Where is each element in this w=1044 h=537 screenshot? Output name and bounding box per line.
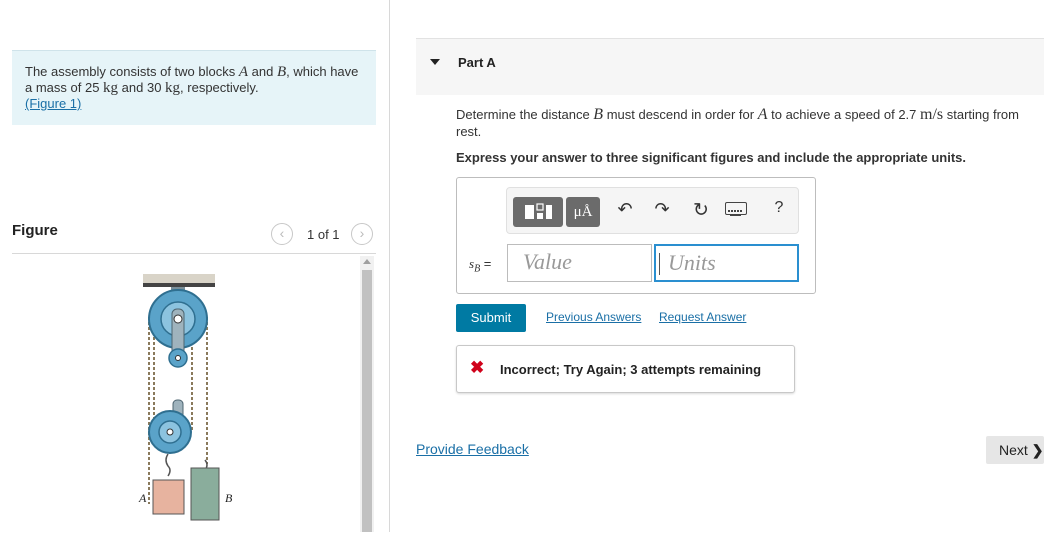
question-segment: Determine the distance	[456, 107, 594, 122]
next-label: Next	[999, 442, 1028, 458]
label-b: B	[225, 491, 233, 505]
unit-mps: m/s	[920, 106, 944, 123]
scrollbar-thumb[interactable]	[362, 270, 372, 532]
provide-feedback-link[interactable]: Provide Feedback	[416, 441, 529, 457]
symbol-b: B	[276, 64, 287, 80]
collapse-caret-icon[interactable]	[430, 59, 440, 65]
question-text: Determine the distance B must descend in…	[456, 106, 1041, 140]
block-a	[152, 479, 185, 515]
units-placeholder: Units	[668, 250, 716, 275]
units-button[interactable]: μÅ	[566, 197, 600, 227]
value-input[interactable]: Value	[507, 244, 652, 282]
help-icon[interactable]: ?	[767, 199, 791, 217]
lower-pulley-axle	[166, 428, 174, 436]
equals-sign: =	[480, 256, 492, 271]
question-segment: must descend in order for	[603, 107, 758, 122]
ceiling	[143, 274, 215, 283]
reset-icon[interactable]: ↻	[689, 199, 713, 222]
submit-button[interactable]: Submit	[456, 304, 526, 332]
symbol-a: A	[757, 106, 768, 123]
pulley-diagram: A B	[138, 274, 233, 521]
upper-pulley-axle	[173, 314, 183, 324]
problem-text: and	[248, 64, 277, 79]
next-button[interactable]: Next ❯	[986, 436, 1044, 464]
templates-button[interactable]	[513, 197, 563, 227]
problem-text: The assembly consists of two blocks	[25, 64, 239, 79]
request-answer-link[interactable]: Request Answer	[659, 310, 746, 324]
small-pulley-axle	[175, 355, 181, 361]
symbol-b: B	[593, 106, 604, 123]
text-cursor	[659, 253, 660, 275]
math-toolbar: μÅ ↶ ↷ ↻ ?	[506, 187, 799, 234]
figure-next-button[interactable]: ›	[351, 223, 373, 245]
figure-counter: 1 of 1	[307, 227, 340, 242]
templates-icon	[525, 203, 552, 219]
redo-icon[interactable]: ↷	[650, 199, 674, 220]
part-title: Part A	[458, 55, 496, 70]
column-divider	[389, 0, 390, 532]
figure-link[interactable]: (Figure 1)	[25, 96, 81, 111]
figure-image: A B	[12, 254, 358, 532]
ceiling-bracket	[143, 283, 215, 287]
answer-box: μÅ ↶ ↷ ↻ ? sB = Value Units	[456, 177, 816, 294]
feedback-message: Incorrect; Try Again; 3 attempts remaini…	[500, 362, 762, 377]
feedback-message-box: ✖ Incorrect; Try Again; 3 attempts remai…	[456, 345, 795, 393]
previous-answers-link[interactable]: Previous Answers	[546, 310, 641, 324]
problem-text: , respectively.	[180, 80, 259, 95]
part-a-header[interactable]: Part A	[416, 38, 1044, 95]
problem-statement: The assembly consists of two blocks A an…	[12, 50, 376, 125]
hook-a	[165, 453, 171, 477]
keyboard-keys-icon	[728, 210, 742, 216]
question-segment: to achieve a speed of 2.7	[767, 107, 920, 122]
scroll-up-arrow-icon[interactable]	[363, 259, 371, 264]
problem-text: and 30	[118, 80, 166, 95]
undo-icon[interactable]: ↶	[613, 199, 637, 220]
left-panel: The assembly consists of two blocks A an…	[0, 0, 389, 532]
chevron-right-icon: ❯	[1031, 442, 1044, 458]
unit-kg: kg	[165, 80, 181, 96]
answer-instruction: Express your answer to three significant…	[456, 150, 966, 165]
incorrect-x-icon: ✖	[470, 358, 485, 377]
units-input[interactable]: Units	[654, 244, 799, 282]
figure-prev-button[interactable]: ‹	[271, 223, 293, 245]
figure-title: Figure	[12, 222, 58, 239]
figure-scrollbar[interactable]	[360, 256, 374, 532]
unit-kg: kg	[103, 80, 119, 96]
label-a: A	[138, 491, 147, 505]
keyboard-icon[interactable]	[725, 202, 747, 216]
answer-variable-label: sB =	[469, 256, 491, 275]
block-b	[190, 467, 220, 521]
symbol-a: A	[238, 64, 249, 80]
